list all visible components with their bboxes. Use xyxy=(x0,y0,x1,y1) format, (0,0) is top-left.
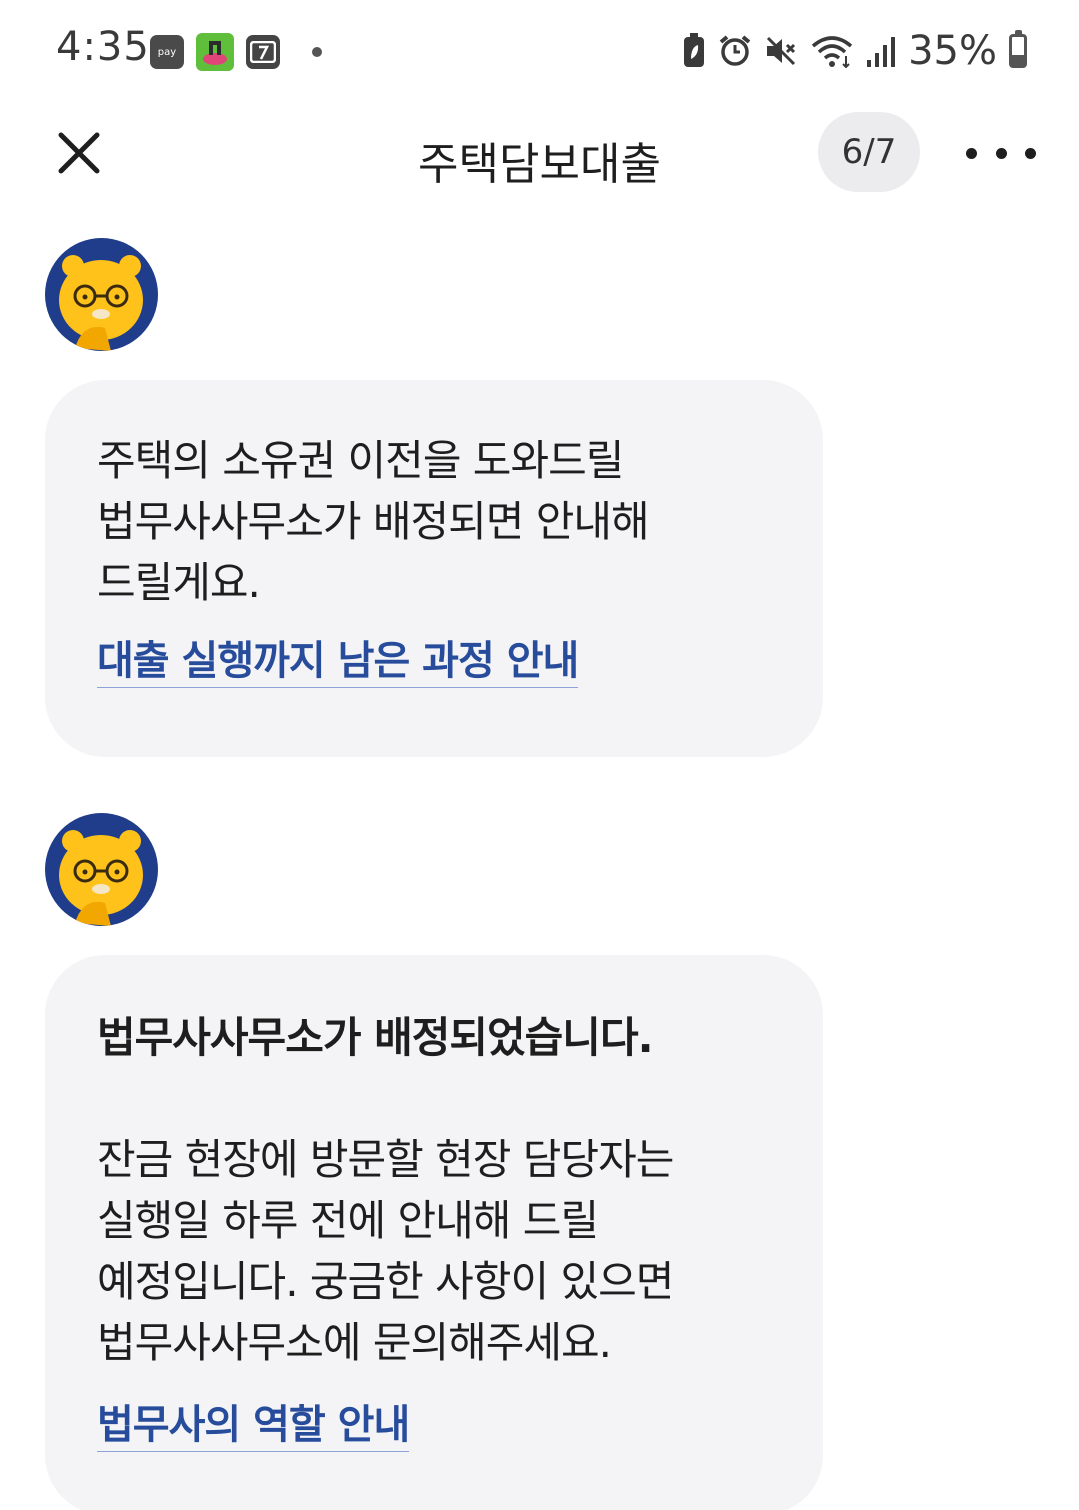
loan-process-guide-link[interactable]: 대출 실행까지 남은 과정 안내 xyxy=(97,635,579,688)
chat-bubble: 주택의 소유권 이전을 도와드릴 법무사사무소가 배정되면 안내해 드릴게요. … xyxy=(45,380,823,757)
wifi-icon xyxy=(811,36,853,68)
app-header: 주택담보대출 6/7 xyxy=(0,110,1079,200)
status-right-icons: 35% xyxy=(682,28,1027,74)
ryan-character-icon xyxy=(59,830,143,926)
more-options-button[interactable] xyxy=(966,138,1036,168)
game-app-icon xyxy=(196,33,234,71)
message-heading: 법무사사무소가 배정되었습니다. xyxy=(97,1013,654,1062)
battery-icon xyxy=(1009,30,1027,68)
more-dot xyxy=(1025,147,1036,159)
battery-saver-icon xyxy=(684,33,705,67)
pay-icon: pay xyxy=(150,35,184,69)
battery-fill xyxy=(1012,55,1024,65)
more-notifications-dot xyxy=(312,47,322,57)
notification-app-icon xyxy=(246,35,280,69)
status-time: 4:35 xyxy=(56,24,150,70)
signal-icon xyxy=(867,37,896,67)
step-indicator: 6/7 xyxy=(818,112,920,192)
message-text: 주택의 소유권 이전을 도와드릴 법무사사무소가 배정되면 안내해 드릴게요. xyxy=(97,436,650,607)
bot-avatar xyxy=(45,238,158,351)
message-text: 잔금 현장에 방문할 현장 담당자는 실행일 하루 전에 안내해 드릴 예정입니… xyxy=(97,1135,674,1367)
status-bar: 4:35 pay 35% xyxy=(0,0,1079,100)
legal-scrivener-role-link[interactable]: 법무사의 역할 안내 xyxy=(97,1399,410,1452)
more-dot xyxy=(995,147,1007,159)
mute-icon xyxy=(767,36,796,66)
more-dot xyxy=(966,147,977,159)
status-left-icons: pay xyxy=(150,32,322,72)
bot-avatar xyxy=(45,813,158,926)
chat-bubble: 법무사사무소가 배정되었습니다. 잔금 현장에 방문할 현장 담당자는 실행일 … xyxy=(45,955,823,1510)
pay-icon-label: pay xyxy=(157,46,177,58)
screen: 4:35 pay 35% 주택담보대출 6/7 주택의 소유권 이전을 도와드릴… xyxy=(0,0,1079,1510)
battery-percent: 35% xyxy=(908,28,997,74)
alarm-icon xyxy=(719,35,751,66)
ryan-character-icon xyxy=(59,255,143,351)
